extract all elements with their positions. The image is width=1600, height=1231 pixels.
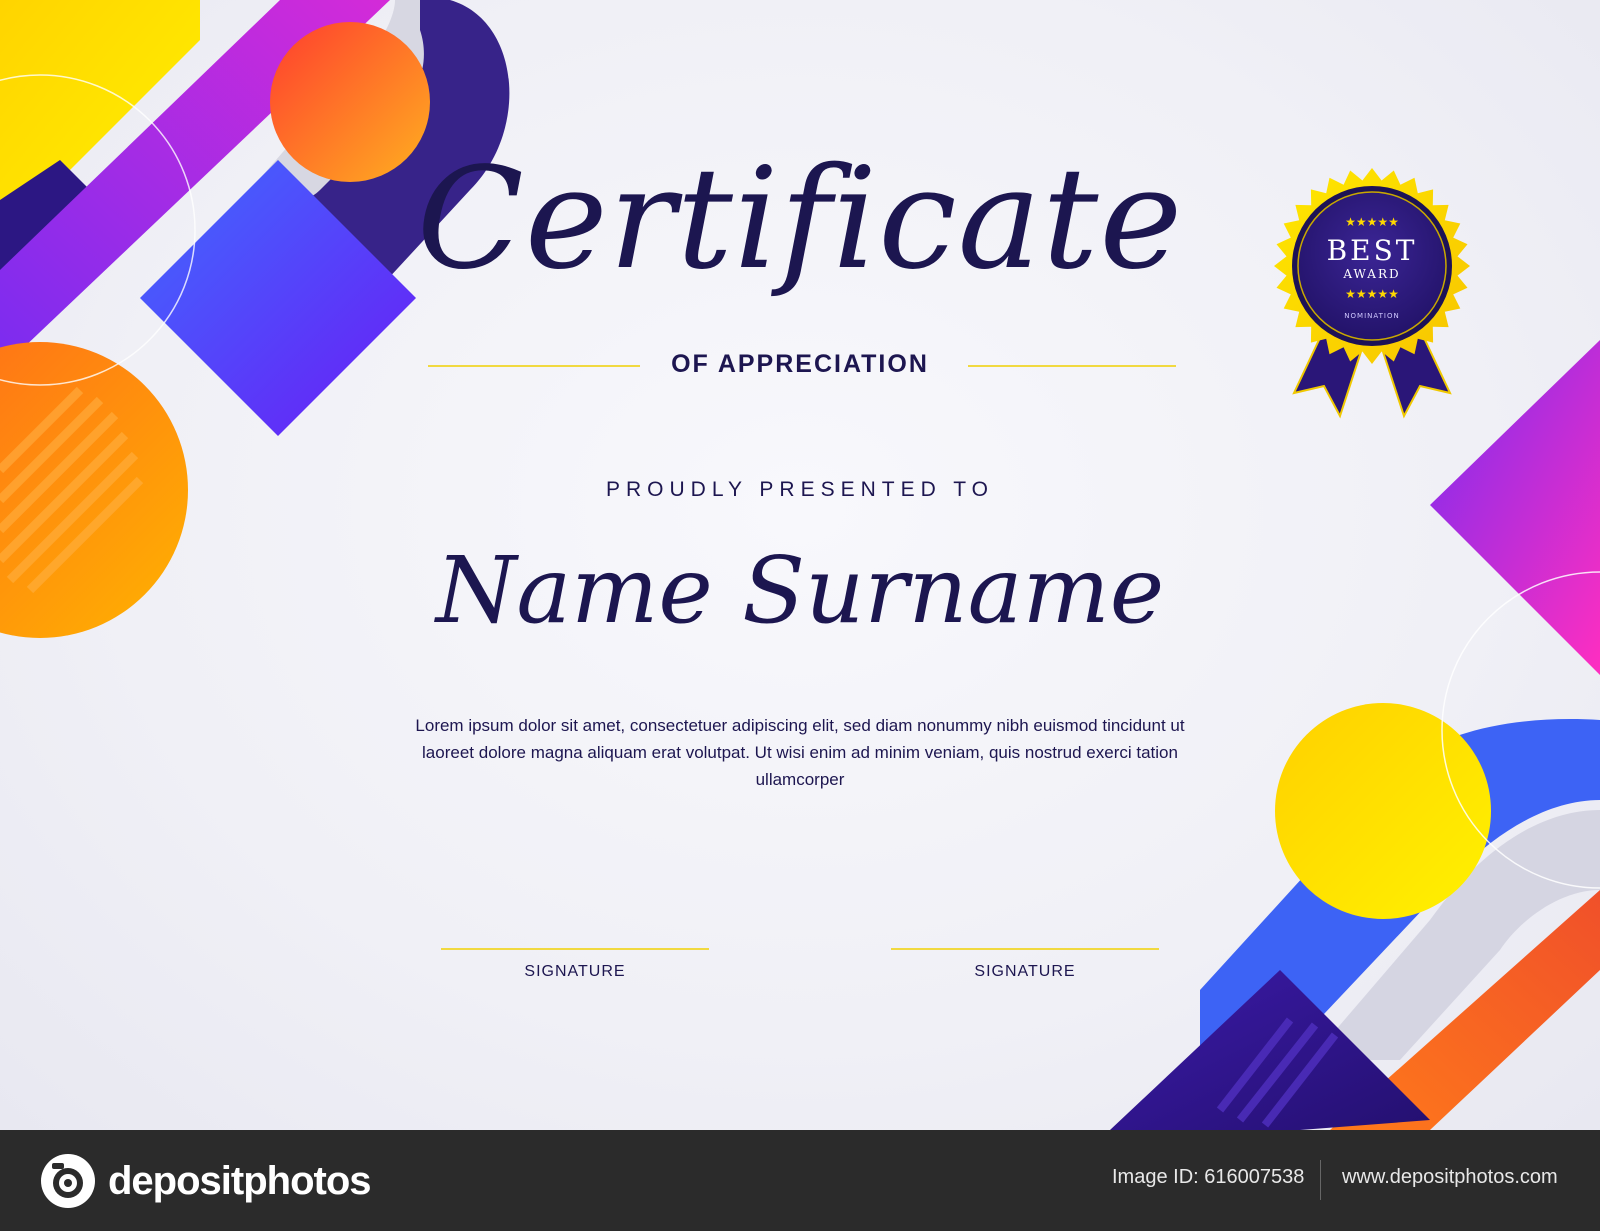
footer-logo-text: depositphotos (108, 1158, 372, 1203)
signature-label-right: SIGNATURE (974, 963, 1076, 980)
recipient-name: Name Surname (435, 537, 1165, 644)
award-badge-graphic: ★★★★★ BEST AWARD ★★★★★ NOMINATION (1274, 168, 1470, 419)
footer-separator (1320, 1160, 1321, 1200)
certificate: Certificate OF APPRECIATION PROUDLY PRES… (0, 0, 1600, 1130)
badge-best-text: BEST (1327, 234, 1418, 267)
footer-logo[interactable]: depositphotos (40, 1152, 372, 1210)
badge-award-text: AWARD (1342, 267, 1400, 281)
camera-icon (41, 1154, 95, 1208)
signature-line-left (441, 948, 709, 950)
footer-url[interactable]: www.depositphotos.com (1342, 1166, 1558, 1189)
badge-nomination-text: NOMINATION (1344, 312, 1399, 320)
page: Certificate OF APPRECIATION PROUDLY PRES… (0, 0, 1600, 1231)
body-text: Lorem ipsum dolor sit amet, consectetuer… (415, 716, 1185, 789)
presented-label: PROUDLY PRESENTED TO (605, 478, 995, 501)
badge-stars-top: ★★★★★ (1345, 215, 1399, 229)
footer-bar: depositphotos Image ID: 616007538 www.de… (0, 1130, 1600, 1231)
award-badge: ★★★★★ BEST AWARD ★★★★★ NOMINATION (1272, 168, 1472, 428)
image-id: Image ID: 616007538 (1112, 1166, 1305, 1188)
signature-label-left: SIGNATURE (524, 963, 626, 980)
signature-line-right (891, 948, 1159, 950)
subtitle-right-rule (968, 365, 1176, 367)
badge-stars-bottom: ★★★★★ (1345, 287, 1399, 301)
